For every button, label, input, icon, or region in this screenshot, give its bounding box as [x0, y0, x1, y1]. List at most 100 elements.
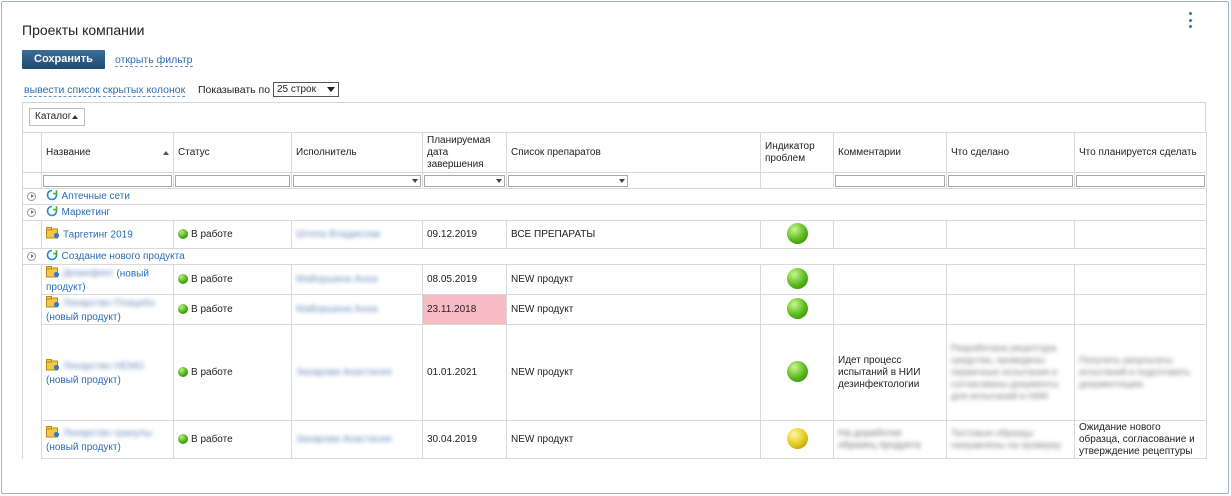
cell-indicator — [760, 420, 834, 459]
group-expander-cell[interactable] — [22, 204, 42, 221]
row-spacer — [22, 264, 42, 295]
column-header-name[interactable]: Название — [41, 132, 174, 173]
cell-status: В работе — [173, 324, 292, 421]
status-green-icon — [178, 367, 188, 378]
hidden-columns-link[interactable]: вывести список скрытых колонок — [24, 84, 186, 97]
row-spacer — [22, 324, 42, 421]
table-row[interactable]: Дезинфект (новый продукт) В работе Майорши… — [22, 264, 1207, 295]
kebab-menu-icon[interactable] — [1185, 12, 1195, 28]
cell-due-date: 01.01.2021 — [422, 324, 507, 421]
indicator-green-icon — [786, 222, 808, 244]
cell-due-date: 08.05.2019 — [422, 264, 507, 295]
filter-spacer — [22, 172, 42, 189]
catalog-group-button[interactable]: Каталог — [29, 108, 85, 126]
cell-done — [946, 294, 1075, 325]
group-label[interactable]: Аптечные сети — [62, 191, 130, 202]
group-row[interactable]: Аптечные сети — [22, 188, 1207, 205]
cell-name[interactable]: Лекарство НЕМО (новый продукт) — [41, 324, 174, 421]
group-row[interactable]: Создание нового продукта — [22, 248, 1207, 265]
column-header-indicator[interactable]: Индикатор проблем — [760, 132, 834, 173]
project-name-link[interactable]: Лекарство гранулы — [63, 428, 152, 439]
cell-assignee: Майоршина Анна — [291, 264, 423, 295]
filter-comments[interactable] — [833, 172, 947, 189]
cell-assignee: Захарова Анастасия — [291, 420, 423, 459]
status-green-icon — [178, 434, 188, 445]
project-name-link[interactable]: Таргетинг 2019 — [63, 229, 133, 240]
page-title: Проекты компании — [22, 22, 145, 38]
group-label[interactable]: Маркетинг — [62, 207, 111, 218]
header-row: Название Статус Исполнитель Планируемая … — [22, 132, 1207, 173]
indicator-green-icon — [786, 267, 808, 289]
filter-planned[interactable] — [1074, 172, 1207, 189]
project-name-link[interactable]: Дезинфект — [63, 268, 114, 279]
status-green-icon — [178, 229, 188, 240]
cell-assignee: Майоршина Анна — [291, 294, 423, 325]
table-row[interactable]: Лекарство Плацебо (новый продукт) В работ… — [22, 294, 1207, 325]
filter-due-date[interactable] — [422, 172, 507, 189]
table-row[interactable]: Лекарство гранулы (новый продукт) В работ… — [22, 420, 1207, 459]
column-header-status[interactable]: Статус — [173, 132, 292, 173]
cell-done — [946, 264, 1075, 295]
table-row[interactable]: Лекарство НЕМО (новый продукт) В работе За… — [22, 324, 1207, 421]
cell-drugs: ВСЕ ПРЕПАРАТЫ — [506, 220, 761, 249]
group-expander-cell[interactable] — [22, 248, 42, 265]
rows-per-page-select[interactable]: 25 строк — [273, 82, 339, 97]
cell-status: В работе — [173, 264, 292, 295]
cell-status: В работе — [173, 294, 292, 325]
column-header-planned[interactable]: Что планируется сделать — [1074, 132, 1207, 173]
project-name-link[interactable]: Лекарство Плацебо — [63, 298, 155, 309]
folder-project-icon — [46, 265, 60, 282]
column-header-drugs[interactable]: Список препаратов — [506, 132, 761, 173]
column-header-assignee[interactable]: Исполнитель — [291, 132, 423, 173]
group-label[interactable]: Создание нового продукта — [62, 251, 185, 262]
cell-indicator — [760, 220, 834, 249]
cell-planned: Ожидание нового образца, согласование и … — [1074, 420, 1207, 459]
cell-done: Тестовые образцы направлены на проверку — [946, 420, 1075, 459]
cell-drugs: NEW продукт — [506, 294, 761, 325]
table-row[interactable]: Таргетинг 2019 В работе Штепа Владислав 09.… — [22, 220, 1207, 249]
cell-status: В работе — [173, 220, 292, 249]
filter-status[interactable] — [173, 172, 292, 189]
column-header-comments[interactable]: Комментарии — [833, 132, 947, 173]
chevron-down-icon — [412, 178, 418, 183]
row-spacer — [22, 220, 42, 249]
refresh-group-icon — [46, 205, 58, 220]
cell-name[interactable]: Лекарство Плацебо (новый продукт) — [41, 294, 174, 325]
filter-assignee[interactable] — [291, 172, 423, 189]
filter-name[interactable] — [41, 172, 174, 189]
cell-name[interactable]: Таргетинг 2019 — [41, 220, 174, 249]
cell-assignee: Штепа Владислав — [291, 220, 423, 249]
catalog-group-label: Каталог — [35, 111, 72, 122]
cell-name[interactable]: Дезинфект (новый продукт) — [41, 264, 174, 295]
project-type-link[interactable]: (новый продукт) — [46, 375, 121, 386]
expand-icon[interactable] — [27, 191, 36, 201]
save-button[interactable]: Сохранить — [22, 50, 105, 69]
folder-project-icon — [46, 226, 60, 243]
refresh-group-icon — [46, 249, 58, 264]
filter-drugs[interactable] — [506, 172, 761, 189]
folder-project-icon — [46, 295, 60, 312]
column-header-done[interactable]: Что сделано — [946, 132, 1075, 173]
cell-indicator — [760, 264, 834, 295]
filter-row — [22, 172, 1207, 189]
cell-planned — [1074, 294, 1207, 325]
cell-name[interactable]: Лекарство гранулы (новый продукт) — [41, 420, 174, 459]
sort-up-icon — [72, 115, 78, 119]
filter-done[interactable] — [946, 172, 1075, 189]
project-type-link[interactable]: (новый продукт) — [46, 442, 121, 453]
row-spacer — [22, 294, 42, 325]
column-header-due-date[interactable]: Планируемая дата завершения — [422, 132, 507, 173]
cell-indicator — [760, 294, 834, 325]
cell-planned: Получить результаты испытаний и подготов… — [1074, 324, 1207, 421]
folder-project-icon — [46, 425, 60, 442]
project-name-link[interactable]: Лекарство НЕМО — [63, 361, 144, 372]
expand-icon[interactable] — [27, 207, 36, 217]
status-green-icon — [178, 304, 188, 315]
project-type-link[interactable]: (новый продукт) — [46, 312, 121, 323]
chevron-down-icon — [327, 87, 335, 92]
status-green-icon — [178, 274, 188, 285]
open-filter-link[interactable]: открыть фильтр — [115, 54, 193, 67]
group-expander-cell[interactable] — [22, 188, 42, 205]
group-row[interactable]: Маркетинг — [22, 204, 1207, 221]
expand-icon[interactable] — [27, 251, 36, 261]
